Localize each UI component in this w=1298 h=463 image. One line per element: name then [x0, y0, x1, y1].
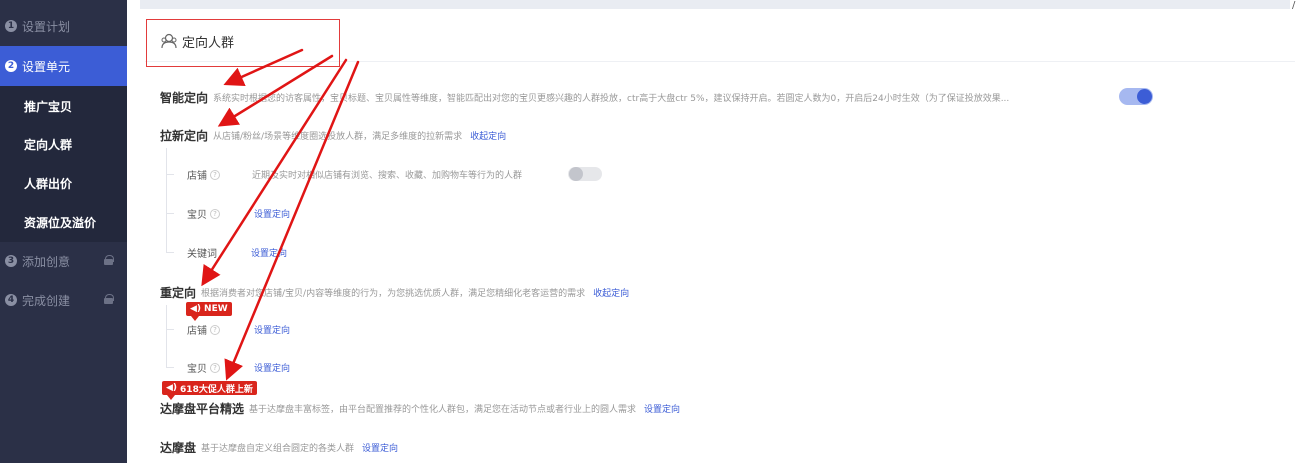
tree-line [166, 148, 167, 252]
set-targeting-link[interactable]: 设置定向 [362, 441, 398, 454]
row-title: 拉新定向 [160, 129, 209, 143]
speaker-icon: ◀) [166, 383, 178, 393]
sub-row-acquire-product: 宝贝 ? 设置定向 [187, 206, 290, 221]
audience-icon [161, 33, 177, 49]
row-acquire-targeting: 拉新定向 从店铺/粉丝/场景等维度圈选投放人群，满足多维度的拉新需求 收起定向 [160, 127, 506, 144]
row-desc: 系统实时根据您的访客属性，宝贝标题、宝贝属性等维度，智能匹配出对您的宝贝更感兴趣… [213, 94, 1010, 104]
set-targeting-link[interactable]: 设置定向 [254, 323, 290, 336]
help-icon[interactable]: ? [210, 208, 220, 219]
promo-badge: ◀) 618大促人群上新 [162, 381, 257, 400]
set-targeting-link[interactable]: 设置定向 [254, 361, 290, 374]
step-label: 设置计划 [22, 19, 71, 34]
sub-label: 关键词 [187, 249, 217, 260]
tree-branch [166, 174, 174, 175]
row-title: 达摩盘 [160, 441, 197, 455]
tree-line [166, 305, 167, 367]
sub-row-acquire-keyword: 关键词 设置定向 [187, 245, 287, 260]
step-number: 4 [5, 294, 17, 306]
section-title: 定向人群 [182, 36, 235, 51]
corner-mark: / [1292, 0, 1296, 11]
smart-targeting-toggle[interactable] [1119, 88, 1153, 105]
set-targeting-link[interactable]: 设置定向 [251, 246, 287, 259]
acquire-shop-toggle[interactable] [568, 167, 602, 181]
step-set-unit[interactable]: 2 设置单元 [0, 46, 127, 86]
tree-branch [166, 329, 174, 330]
row-title: 智能定向 [160, 91, 209, 105]
tree-branch [166, 252, 174, 253]
row-desc: 基于达摩盘自定义组合圆定的各类人群 [201, 444, 355, 454]
step-set-plan[interactable]: 1 设置计划 [0, 6, 127, 46]
badge-text: 618大促人群上新 [180, 384, 253, 395]
sub-row-retarget-product: 宝贝 ? 设置定向 [187, 360, 290, 375]
tree-branch [166, 213, 174, 214]
sub-label: 宝贝 [187, 364, 207, 375]
toggle-knob [1137, 89, 1152, 104]
sub-desc: 近期及实时对相似店铺有浏览、搜索、收藏、加购物车等行为的人群 [252, 171, 523, 181]
new-badge: ◀) NEW [186, 302, 232, 321]
sub-label: 店铺 [187, 326, 207, 337]
row-damopan: 达摩盘 基于达摩盘自定义组合圆定的各类人群 设置定向 [160, 439, 398, 456]
tree-branch [166, 367, 174, 368]
sub-label: 宝贝 [187, 210, 207, 221]
row-damopan-select: 达摩盘平台精选 基于达摩盘丰富标签，由平台配置推荐的个性化人群包，满足您在活动节… [160, 400, 680, 417]
sub-row-acquire-shop: 店铺 ? 近期及实时对相似店铺有浏览、搜索、收藏、加购物车等行为的人群 [187, 167, 522, 182]
step-add-creative[interactable]: 3 添加创意 [0, 241, 127, 281]
lock-icon [104, 294, 114, 304]
toggle-knob [569, 167, 583, 181]
sub-row-retarget-shop: 店铺 ? 设置定向 [187, 322, 290, 337]
step-number: 2 [5, 60, 17, 72]
badge-text: NEW [204, 304, 228, 314]
set-targeting-link[interactable]: 设置定向 [644, 402, 680, 415]
sidebar-item-audience-bid[interactable]: 人群出价 [0, 163, 127, 203]
help-icon[interactable]: ? [210, 324, 220, 335]
row-retargeting: 重定向 根据消费者对您店铺/宝贝/内容等维度的行为，为您挑选优质人群，满足您精细… [160, 284, 629, 301]
sidebar-item-resource-premium[interactable]: 资源位及溢价 [0, 202, 127, 242]
row-desc: 基于达摩盘丰富标签，由平台配置推荐的个性化人群包，满足您在活动节点或者行业上的圆… [249, 405, 637, 415]
step-number: 1 [5, 20, 17, 32]
row-title: 重定向 [160, 286, 197, 300]
row-smart-targeting: 智能定向 系统实时根据您的访客属性，宝贝标题、宝贝属性等维度，智能匹配出对您的宝… [160, 89, 1009, 106]
row-title: 达摩盘平台精选 [160, 402, 245, 416]
row-desc: 根据消费者对您店铺/宝贝/内容等维度的行为，为您挑选优质人群，满足您精细化老客运… [201, 289, 586, 299]
step-label: 完成创建 [22, 293, 71, 308]
sidebar-item-promote-product[interactable]: 推广宝贝 [0, 86, 127, 126]
top-bar [140, 0, 1290, 9]
sidebar-item-target-audience[interactable]: 定向人群 [0, 124, 127, 164]
speaker-icon: ◀) [190, 304, 202, 314]
set-targeting-link[interactable]: 设置定向 [254, 207, 290, 220]
step-number: 3 [5, 255, 17, 267]
collapse-targeting-link[interactable]: 收起定向 [470, 129, 506, 142]
step-label: 设置单元 [22, 59, 71, 74]
help-icon[interactable]: ? [210, 362, 220, 373]
step-finish-create[interactable]: 4 完成创建 [0, 280, 127, 320]
sidebar: 1 设置计划 2 设置单元 推广宝贝 定向人群 人群出价 资源位及溢价 3 添加… [0, 0, 127, 463]
step-label: 添加创意 [22, 254, 71, 269]
sub-label: 店铺 [187, 171, 207, 182]
row-desc: 从店铺/粉丝/场景等维度圈选投放人群，满足多维度的拉新需求 [213, 132, 463, 142]
help-icon[interactable]: ? [210, 169, 220, 180]
lock-icon [104, 255, 114, 265]
collapse-targeting-link[interactable]: 收起定向 [593, 286, 629, 299]
